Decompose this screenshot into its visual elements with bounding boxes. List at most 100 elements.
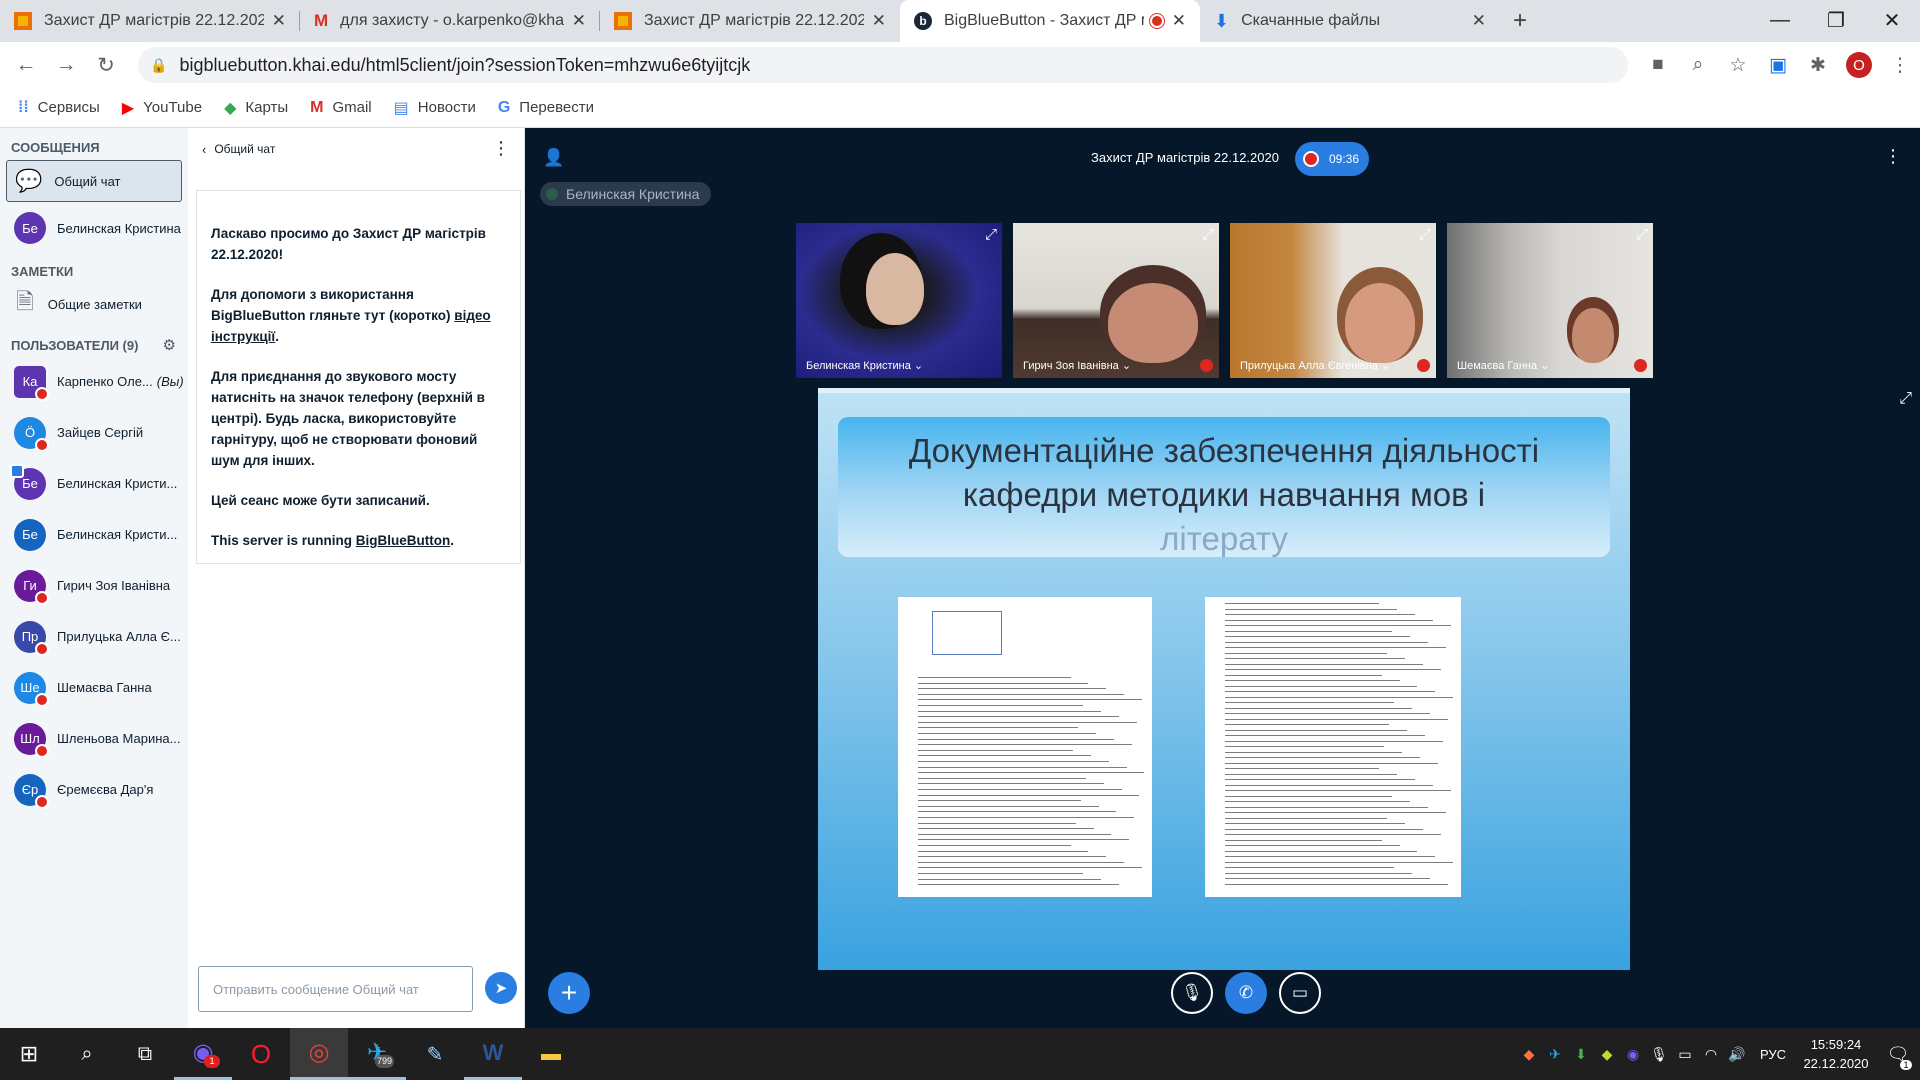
webcam-tile[interactable]: ⤢ Прилуцька Алла Євгенівна ⌄ <box>1230 223 1436 378</box>
webcam-tile[interactable]: ⤢ Гирич Зоя Іванівна ⌄ <box>1013 223 1219 378</box>
close-tab-icon[interactable]: ✕ <box>572 11 586 31</box>
user-list-item[interactable]: Бе Белинская Кристи... <box>0 509 188 560</box>
tray-app-icon[interactable]: ◆ <box>1516 1046 1542 1063</box>
send-message-button[interactable]: ➤ <box>485 972 517 1004</box>
telegram-tray-icon[interactable]: ✈ <box>1542 1046 1568 1063</box>
browser-tab[interactable]: Захист ДР магістрів 22.12.2020 ✕ <box>0 0 300 42</box>
camera-icon[interactable]: ■ <box>1638 47 1678 83</box>
tray-app-icon[interactable]: ◆ <box>1594 1046 1620 1063</box>
task-view-button[interactable]: ⧉ <box>116 1028 174 1080</box>
document-text-line <box>918 721 1137 723</box>
back-icon[interactable]: ← <box>8 47 44 83</box>
unmute-microphone-button[interactable]: 🎙 <box>1171 972 1213 1014</box>
leave-audio-button[interactable]: ✆ <box>1225 972 1267 1014</box>
chat-options-icon[interactable]: ⋮ <box>492 138 510 159</box>
close-tab-icon[interactable]: ✕ <box>272 11 286 31</box>
public-chat-item[interactable]: 💬 Общий чат <box>6 160 182 202</box>
expand-icon[interactable]: ⤢ <box>1202 226 1214 243</box>
muted-icon <box>35 692 49 707</box>
clock[interactable]: 15:59:24 22.12.2020 <box>1796 1035 1876 1073</box>
chat-header[interactable]: ‹ Общий чат ⋮ <box>188 128 524 170</box>
taskbar-chrome[interactable]: ◎ <box>290 1028 348 1080</box>
bookmark-apps[interactable]: ⁞⁞ Сервисы <box>18 99 100 117</box>
close-window-icon[interactable]: ✕ <box>1864 0 1920 40</box>
zoom-icon[interactable]: ⌕ <box>1678 47 1718 83</box>
document-text-line <box>1225 812 1446 813</box>
close-tab-icon[interactable]: ✕ <box>1172 11 1186 31</box>
taskbar-app[interactable]: ✎ <box>406 1028 464 1080</box>
taskbar-opera[interactable]: O <box>232 1028 290 1080</box>
star-icon[interactable]: ☆ <box>1718 47 1758 83</box>
document-text-line <box>1225 784 1433 786</box>
new-tab-button[interactable]: + <box>1500 0 1540 42</box>
download-tray-icon[interactable]: ⬇ <box>1568 1046 1594 1063</box>
private-chat-item[interactable]: Бе Белинская Кристина <box>0 204 188 252</box>
lock-icon: 🔒 <box>150 56 168 73</box>
talking-dot <box>546 188 558 200</box>
user-list-item[interactable]: Ка Карпенко Оле... (Вы) <box>0 356 188 407</box>
windows-start-button[interactable]: ⊞ <box>0 1028 58 1080</box>
browser-tab[interactable]: M для захисту - o.karpenko@khai.e ✕ <box>300 0 600 42</box>
user-list-item[interactable]: Пр Прилуцька Алла Є... <box>0 611 188 662</box>
recording-indicator[interactable]: 09:36 <box>1295 142 1369 176</box>
extensions-icon[interactable]: ✱ <box>1798 47 1838 83</box>
taskbar-viber[interactable]: ◉ 1 <box>174 1028 232 1080</box>
actions-plus-button[interactable]: + <box>548 972 590 1014</box>
menu-kebab-icon[interactable]: ⋮ <box>1880 47 1920 83</box>
document-text-line <box>1225 883 1449 885</box>
bookmark-maps[interactable]: ◆ Карты <box>224 98 288 118</box>
minimize-icon[interactable]: — <box>1752 0 1808 40</box>
share-webcam-button[interactable]: ▭ <box>1279 972 1321 1014</box>
expand-icon[interactable]: ⤢ <box>985 226 997 243</box>
bigbluebutton-link[interactable]: BigBlueButton <box>356 533 450 548</box>
bookmark-news[interactable]: ▤ Новости <box>394 98 476 118</box>
webcam-tile[interactable]: ⤢ Шемаєва Ганна ⌄ <box>1447 223 1653 378</box>
url-field[interactable]: 🔒 bigbluebutton.khai.edu/html5client/joi… <box>138 47 1628 83</box>
webcam-tile[interactable]: ⤢ Белинская Кристина ⌄ <box>796 223 1002 378</box>
user-list-item[interactable]: Єр Єремєєва Дар'я <box>0 764 188 815</box>
profile-avatar[interactable]: O <box>1846 52 1872 78</box>
expand-icon[interactable]: ⤢ <box>1419 226 1431 243</box>
taskbar-word[interactable]: W <box>464 1028 522 1080</box>
muted-icon <box>35 641 49 656</box>
chat-message-input[interactable]: Отправить сообщение Общий чат <box>198 966 473 1012</box>
browser-tab[interactable]: ⬇ Скачанные файлы ✕ <box>1200 0 1500 42</box>
fullscreen-icon[interactable]: ⤢ <box>1899 390 1912 408</box>
microphone-icon[interactable]: 🎙 <box>1646 1046 1672 1063</box>
video-off-icon: ▭ <box>1291 983 1309 1002</box>
bookmark-youtube[interactable]: ▶ YouTube <box>122 98 202 118</box>
reader-extension-icon[interactable]: ▣ <box>1758 47 1798 83</box>
taskbar-telegram[interactable]: ✈ 799 <box>348 1028 406 1080</box>
user-list-item[interactable]: Ги Гирич Зоя Іванівна <box>0 560 188 611</box>
bookmark-translate[interactable]: G Перевести <box>498 99 594 117</box>
language-indicator[interactable]: РУС <box>1760 1047 1786 1062</box>
viber-tray-icon[interactable]: ◉ <box>1620 1046 1646 1063</box>
wifi-icon[interactable]: ◠ <box>1698 1046 1724 1063</box>
maximize-icon[interactable]: ❐ <box>1808 0 1864 40</box>
battery-icon[interactable]: ▭ <box>1672 1046 1698 1063</box>
gear-icon[interactable]: ⚙ <box>163 336 176 354</box>
shared-notes-item[interactable]: 🗎 Общие заметки <box>0 282 188 326</box>
browser-tab[interactable]: Захист ДР магістрів 22.12.2020 ✕ <box>600 0 900 42</box>
talking-indicator[interactable]: Белинская Кристина <box>540 182 712 206</box>
reload-icon[interactable]: ↻ <box>88 47 124 83</box>
document-text-line <box>1225 768 1380 769</box>
volume-icon[interactable]: 🔊 <box>1724 1046 1750 1063</box>
options-kebab-icon[interactable]: ⋮ <box>1884 146 1902 167</box>
browser-tab-active[interactable]: b BigBlueButton - Захист ДР м ✕ <box>900 0 1200 42</box>
forward-icon[interactable]: → <box>48 47 84 83</box>
user-list-item[interactable]: Шл Шленьова Марина... <box>0 713 188 764</box>
user-list-item[interactable]: Ше Шемаєва Ганна <box>0 662 188 713</box>
bookmark-gmail[interactable]: M Gmail <box>310 99 372 117</box>
welcome-audio: Для приєднання до звукового мосту натисн… <box>211 369 485 468</box>
user-list-item[interactable]: Ö Зайцев Сергій <box>0 407 188 458</box>
close-tab-icon[interactable]: ✕ <box>872 11 886 31</box>
search-button[interactable]: ⌕ <box>58 1028 116 1080</box>
taskbar-explorer[interactable]: ▬ <box>522 1028 580 1080</box>
webcam-name: Прилуцька Алла Євгенівна ⌄ <box>1240 360 1391 372</box>
close-tab-icon[interactable]: ✕ <box>1472 11 1486 31</box>
user-list-item[interactable]: Бе Белинская Кристи... <box>0 458 188 509</box>
bookmark-label: Новости <box>417 99 476 116</box>
expand-icon[interactable]: ⤢ <box>1636 226 1648 243</box>
notifications-button[interactable]: 🗨 1 <box>1876 1028 1920 1080</box>
